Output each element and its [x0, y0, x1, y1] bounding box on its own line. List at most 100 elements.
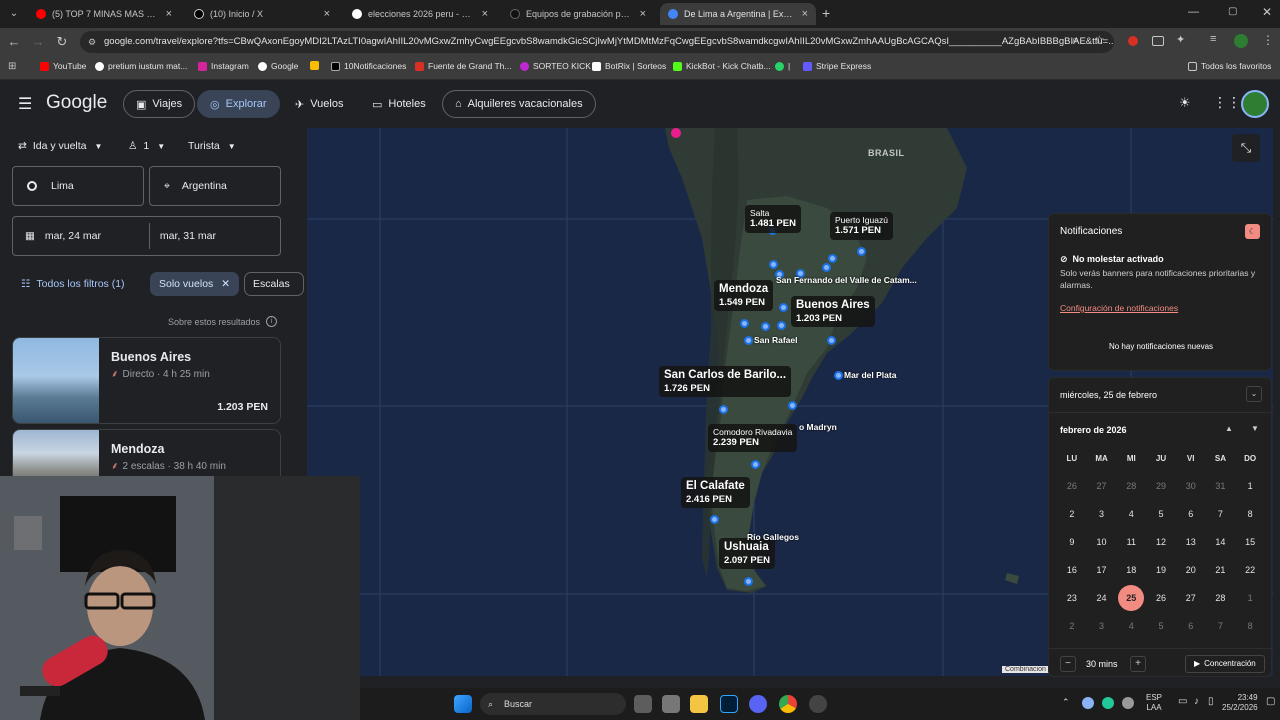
- calendar-day[interactable]: 3: [1087, 500, 1117, 528]
- calendar-day[interactable]: 26: [1146, 584, 1176, 612]
- extensions-puzzle-icon[interactable]: ✦: [1176, 33, 1185, 46]
- start-button[interactable]: [454, 695, 472, 713]
- browser-tab[interactable]: (5) TOP 7 MINAS MAS FACILES ×: [28, 3, 180, 25]
- bookmark-item[interactable]: YouTube: [40, 61, 86, 71]
- calendar-month[interactable]: febrero de 2026: [1060, 425, 1127, 435]
- forward-button[interactable]: →: [28, 32, 48, 52]
- calendar-day[interactable]: 28: [1116, 472, 1146, 500]
- focus-session-button[interactable]: ▶ Concentración: [1185, 655, 1265, 673]
- calendar-day[interactable]: 7: [1206, 612, 1236, 640]
- back-button[interactable]: ←: [4, 32, 24, 52]
- calendar-day[interactable]: 17: [1087, 556, 1117, 584]
- result-card[interactable]: Buenos Aires ⸙ Directo · 4 h 25 min 1.203…: [12, 337, 281, 424]
- price-label-comodoro-rivadavia[interactable]: Comodoro Rivadavia 2.239 PEN: [708, 424, 798, 452]
- calendar-day[interactable]: 27: [1087, 472, 1117, 500]
- depart-date[interactable]: mar, 24 mar: [45, 230, 149, 242]
- calendar-day[interactable]: 9: [1057, 528, 1087, 556]
- calendar-day[interactable]: 30: [1176, 472, 1206, 500]
- map-city-dot[interactable]: [827, 336, 836, 345]
- focus-decrease-button[interactable]: −: [1060, 656, 1076, 672]
- calendar-day[interactable]: 23: [1057, 584, 1087, 612]
- bookmark-item[interactable]: 10Notificaciones: [331, 61, 406, 71]
- destination-field[interactable]: ⌖ Argentina: [149, 166, 281, 206]
- all-filters-button[interactable]: ☷ Todos los filtros (1): [12, 272, 134, 296]
- calendar-day[interactable]: 2: [1057, 612, 1087, 640]
- close-icon[interactable]: ×: [640, 8, 646, 20]
- calendar-day[interactable]: 28: [1206, 584, 1236, 612]
- calendar-day[interactable]: 24: [1087, 584, 1117, 612]
- nav-alquileres[interactable]: ⌂ Alquileres vacacionales: [442, 90, 596, 118]
- calendar-day[interactable]: 6: [1176, 500, 1206, 528]
- calendar-day[interactable]: 11: [1116, 528, 1146, 556]
- browser-menu-icon[interactable]: ⋮: [1262, 33, 1274, 47]
- calendar-day[interactable]: 16: [1057, 556, 1087, 584]
- map-city-dot[interactable]: [719, 405, 728, 414]
- fullscreen-button[interactable]: ⤡: [1232, 134, 1260, 162]
- all-bookmarks-folder[interactable]: Todos los favoritos: [1188, 61, 1271, 71]
- calendar-day[interactable]: 21: [1206, 556, 1236, 584]
- browser-tab[interactable]: Equipos de grabación para con ×: [502, 3, 654, 25]
- map-city-label[interactable]: San Rafael: [754, 335, 797, 345]
- map-city-dot[interactable]: [710, 515, 719, 524]
- browser-tab-active[interactable]: De Lima a Argentina | Explorar ×: [660, 3, 816, 25]
- map-city-dot[interactable]: [857, 247, 866, 256]
- map-city-dot[interactable]: [740, 319, 749, 328]
- reading-list-icon[interactable]: ≡: [1210, 33, 1216, 45]
- close-icon[interactable]: ×: [802, 8, 808, 20]
- nav-vuelos[interactable]: ✈ Vuelos: [282, 90, 356, 118]
- nav-explorar[interactable]: ◎ Explorar: [197, 90, 280, 118]
- calendar-day[interactable]: 1: [1235, 472, 1265, 500]
- calendar-day[interactable]: 8: [1235, 612, 1265, 640]
- calendar-day[interactable]: 22: [1235, 556, 1265, 584]
- map-city-dot[interactable]: [751, 460, 760, 469]
- stops-chip[interactable]: Escalas: [244, 272, 304, 296]
- site-info-icon[interactable]: ⚙: [88, 31, 96, 53]
- google-logo[interactable]: Google: [46, 92, 107, 114]
- map-city-dot[interactable]: [777, 321, 786, 330]
- map-city-dot[interactable]: [828, 254, 837, 263]
- dates-field[interactable]: ▦ mar, 24 mar mar, 31 mar: [12, 216, 281, 256]
- file-explorer-icon[interactable]: [690, 695, 708, 713]
- calendar-day[interactable]: 20: [1176, 556, 1206, 584]
- map-city-dot[interactable]: [744, 336, 753, 345]
- volume-icon[interactable]: ♪: [1194, 696, 1199, 707]
- bookmark-item[interactable]: |: [775, 61, 790, 71]
- calendar-day[interactable]: 7: [1206, 500, 1236, 528]
- passengers-select[interactable]: ♙ 1 ▼: [128, 140, 165, 152]
- nav-viajes[interactable]: ▣ Viajes: [123, 90, 196, 118]
- calendar-day[interactable]: 5: [1146, 612, 1176, 640]
- apps-grid-icon[interactable]: ⊞: [8, 61, 16, 72]
- previous-month-button[interactable]: ▲: [1225, 424, 1233, 433]
- price-label-salta[interactable]: Salta 1.481 PEN: [745, 205, 801, 233]
- calendar-day[interactable]: 12: [1146, 528, 1176, 556]
- map-city-dot[interactable]: [779, 303, 788, 312]
- calendar-day[interactable]: 19: [1146, 556, 1176, 584]
- map-city-label[interactable]: Mar del Plata: [844, 370, 896, 380]
- calendar-day[interactable]: 2: [1057, 500, 1087, 528]
- tab-search-button[interactable]: ⌄: [6, 6, 22, 22]
- main-menu-icon[interactable]: ☰: [18, 94, 32, 114]
- tray-icon[interactable]: [1102, 697, 1114, 709]
- taskbar-search[interactable]: ⌕ Buscar: [480, 693, 626, 715]
- bookmark-item[interactable]: SORTEO KICK: [520, 61, 591, 71]
- result-card[interactable]: Mendoza ⸙ 2 escalas · 38 h 40 min: [12, 429, 281, 476]
- calendar-day[interactable]: 15: [1235, 528, 1265, 556]
- collapse-calendar-button[interactable]: ⌄: [1246, 386, 1262, 402]
- bookmark-item[interactable]: Instagram: [198, 61, 249, 71]
- calendar-day[interactable]: 5: [1146, 500, 1176, 528]
- battery-icon[interactable]: ▯: [1208, 696, 1214, 707]
- discord-icon[interactable]: [749, 695, 767, 713]
- bookmark-item[interactable]: Fuente de Grand Th...: [415, 61, 511, 71]
- map-city-dot[interactable]: [769, 260, 778, 269]
- browser-tab[interactable]: elecciones 2026 peru - Buscar c ×: [344, 3, 496, 25]
- calendar-day[interactable]: 4: [1116, 612, 1146, 640]
- network-icon[interactable]: ▭: [1178, 696, 1187, 707]
- reload-button[interactable]: ↻: [52, 32, 72, 52]
- task-view-icon[interactable]: [634, 695, 652, 713]
- origin-field[interactable]: Lima: [12, 166, 144, 206]
- bookmark-star-icon[interactable]: ☆: [1094, 33, 1105, 47]
- price-label-buenos-aires[interactable]: Buenos Aires 1.203 PEN: [791, 296, 875, 328]
- about-results-link[interactable]: Sobre estos resultados i: [168, 316, 278, 327]
- theme-icon[interactable]: ☀: [1179, 95, 1191, 111]
- calendar-day[interactable]: 25: [1116, 584, 1146, 612]
